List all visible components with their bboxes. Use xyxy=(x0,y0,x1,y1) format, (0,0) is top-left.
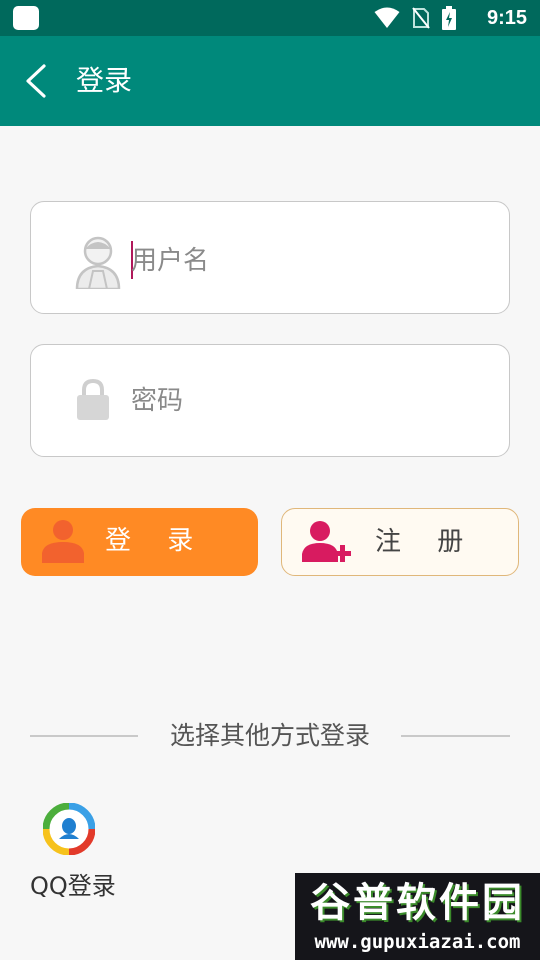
page-title: 登录 xyxy=(76,64,133,97)
qq-logo-icon[interactable] xyxy=(42,802,96,856)
watermark-title: 谷普软件园 xyxy=(310,880,525,926)
login-button-label: 登 录 xyxy=(105,526,208,556)
register-button[interactable]: 注 册 xyxy=(281,508,519,576)
qq-login-link[interactable]: QQ登录 xyxy=(30,869,116,903)
app-bar: 登录 xyxy=(0,36,540,126)
password-field[interactable]: 密码 xyxy=(30,344,510,457)
status-time: 9:15 xyxy=(486,7,527,29)
divider-line-right xyxy=(401,735,510,737)
no-sim-icon xyxy=(412,7,430,29)
user-avatar-icon xyxy=(75,235,121,289)
username-field[interactable]: 用户名 xyxy=(30,201,510,314)
register-button-label: 注 册 xyxy=(375,527,478,557)
watermark: 谷普软件园 www.gupuxiazai.com xyxy=(295,873,540,960)
password-input[interactable]: 密码 xyxy=(131,384,183,418)
status-bar: 9:15 xyxy=(0,0,540,36)
app-square-icon xyxy=(13,6,39,30)
battery-charging-icon xyxy=(442,6,456,30)
login-button[interactable]: 登 录 xyxy=(21,508,258,576)
status-icons xyxy=(374,6,456,30)
chevron-left-icon xyxy=(26,64,46,98)
wifi-icon xyxy=(374,7,400,28)
username-input[interactable]: 用户名 xyxy=(131,244,209,278)
person-icon xyxy=(42,519,84,567)
back-button[interactable] xyxy=(14,58,58,104)
watermark-url: www.gupuxiazai.com xyxy=(314,931,521,953)
lock-icon xyxy=(75,379,111,421)
add-person-icon xyxy=(302,520,354,568)
